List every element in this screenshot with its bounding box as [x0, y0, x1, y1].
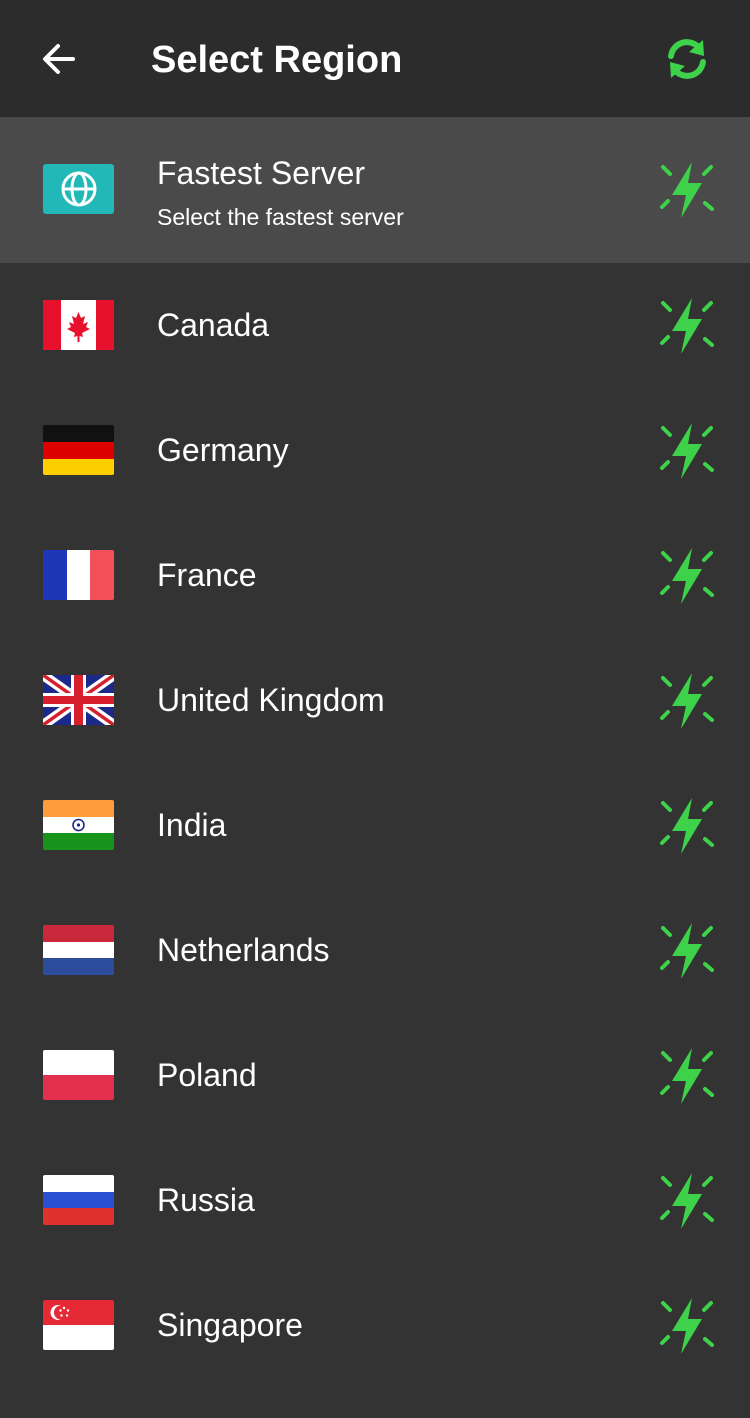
region-row-canada[interactable]: Canada — [0, 263, 750, 388]
region-name: United Kingdom — [157, 682, 385, 718]
region-row-russia[interactable]: Russia — [0, 1138, 750, 1263]
uk-flag-icon — [43, 675, 114, 725]
poland-flag-icon — [43, 1050, 114, 1100]
india-flag-icon — [43, 800, 114, 850]
region-row-singapore[interactable]: Singapore — [0, 1263, 750, 1388]
region-row-poland[interactable]: Poland — [0, 1013, 750, 1138]
lightning-bolt-icon[interactable] — [658, 1170, 716, 1232]
lightning-bolt-icon[interactable] — [658, 670, 716, 732]
refresh-icon — [668, 39, 706, 79]
lightning-bolt-icon[interactable] — [658, 1045, 716, 1107]
top-app-bar: Select Region — [0, 0, 750, 117]
lightning-bolt-icon[interactable] — [658, 295, 716, 357]
lightning-bolt-icon[interactable] — [658, 795, 716, 857]
lightning-bolt-icon[interactable] — [658, 545, 716, 607]
region-name: Poland — [157, 1057, 257, 1093]
region-name: France — [157, 557, 257, 593]
region-name: Germany — [157, 432, 289, 468]
region-row-france[interactable]: France — [0, 513, 750, 638]
region-name: Netherlands — [157, 932, 330, 968]
region-name: India — [157, 807, 227, 843]
lightning-bolt-icon[interactable] — [658, 920, 716, 982]
france-flag-icon — [43, 550, 114, 600]
region-name: Canada — [157, 307, 270, 343]
lightning-bolt-icon[interactable] — [658, 420, 716, 482]
singapore-flag-icon — [43, 1300, 114, 1350]
germany-flag-icon — [43, 425, 114, 475]
region-row-germany[interactable]: Germany — [0, 388, 750, 513]
lightning-bolt-icon[interactable] — [658, 1295, 716, 1357]
region-row-united-kingdom[interactable]: United Kingdom — [0, 638, 750, 763]
region-name: Russia — [157, 1182, 255, 1218]
arrow-left-icon — [43, 44, 75, 74]
region-row-netherlands[interactable]: Netherlands — [0, 888, 750, 1013]
fastest-server-label: Fastest Server — [157, 155, 366, 191]
fastest-server-row[interactable]: Fastest Server Select the fastest server — [0, 117, 750, 263]
page-title: Select Region — [151, 39, 403, 81]
globe-icon — [61, 171, 96, 207]
globe-badge — [43, 164, 114, 214]
fastest-server-subtitle: Select the fastest server — [157, 204, 404, 230]
region-list: Canada Germany France United Kingdom Ind… — [0, 263, 750, 1388]
refresh-button[interactable] — [654, 26, 720, 92]
canada-flag-icon — [43, 300, 114, 350]
russia-flag-icon — [43, 1175, 114, 1225]
region-row-india[interactable]: India — [0, 763, 750, 888]
lightning-bolt-icon[interactable] — [658, 159, 716, 221]
netherlands-flag-icon — [43, 925, 114, 975]
region-screen: Select Region Fastest Server Select the … — [0, 0, 750, 1418]
back-button[interactable] — [28, 28, 90, 90]
region-name: Singapore — [157, 1307, 303, 1343]
